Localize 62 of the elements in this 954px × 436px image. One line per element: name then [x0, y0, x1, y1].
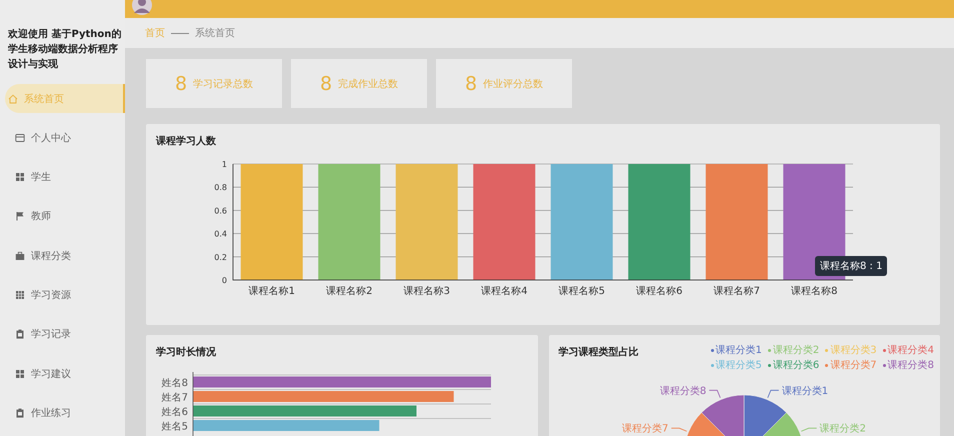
menu-item[interactable]: 课程分类 [0, 241, 125, 270]
stat-label: 完成作业总数 [338, 78, 398, 90]
axis-tick-label: 1 [222, 160, 227, 169]
axis-tick-label: 0.8 [214, 183, 227, 192]
leader-line [708, 390, 720, 398]
axis-category-label: 课程名称3 [404, 286, 450, 297]
legend-item[interactable]: 课程分类4 [882, 343, 934, 357]
axis-category-label: 课程名称4 [481, 286, 528, 297]
chart-title: 学习时长情况 [155, 346, 217, 357]
axis-category-label: 课程名称7 [714, 286, 760, 297]
card-icon [15, 132, 25, 143]
axis-tick-label: 0.2 [214, 252, 227, 262]
leader-line [670, 428, 687, 432]
axis-tick-label: 0 [222, 276, 227, 285]
menu-item[interactable]: 学习资源 [0, 280, 125, 310]
leader-line [800, 428, 817, 432]
axis-tick-label: 0.6 [214, 206, 227, 216]
table-icon [15, 290, 25, 300]
menu-item[interactable]: 教师 [0, 202, 125, 231]
legend-item[interactable]: 课程分类8 [882, 358, 934, 372]
chart-title: 学习课程类型占比 [558, 346, 638, 357]
clipboard-icon [15, 408, 25, 418]
axis-category-label: 课程名称5 [558, 286, 605, 297]
chart-title: 课程学习人数 [154, 134, 217, 146]
site-title: 欢迎使用 基于Python的学生移动端数据分析程序设计与实现 [6, 27, 122, 72]
flag-icon [15, 211, 25, 222]
grid-icon [15, 172, 25, 182]
axis-category-label: 课程名称1 [248, 286, 295, 297]
axis-category-label: 姓名7 [162, 392, 188, 404]
menu-item[interactable]: 学习记录 [0, 320, 125, 349]
breadcrumb-current: 系统首页 [195, 26, 235, 40]
axis-category-label: 姓名8 [162, 378, 188, 389]
stat-value: 8 [464, 72, 478, 94]
stat-label: 作业评分总数 [483, 78, 544, 90]
slice-label: 课程分类1 [781, 386, 828, 397]
stat-label: 学习记录总数 [193, 78, 254, 90]
stat-value: 8 [320, 72, 332, 94]
leader-line [766, 390, 779, 398]
axis-line [192, 372, 194, 436]
axis-category-label: 课程名称6 [636, 286, 682, 297]
menu-item[interactable]: 学生 [0, 162, 125, 192]
slice-label: 课程分类2 [819, 424, 866, 435]
avatar-icon[interactable] [132, 0, 152, 15]
stat-value: 8 [174, 72, 188, 94]
menu-item[interactable]: 作业练习 [0, 398, 125, 428]
grid-icon [15, 368, 25, 379]
slice-label: 课程分类7 [621, 424, 668, 435]
legend-item[interactable]: 课程分类6 [768, 358, 820, 372]
clipboard-icon [15, 329, 25, 340]
legend-item[interactable]: 课程分类7 [825, 358, 877, 372]
axis-category-label: 姓名5 [162, 422, 188, 432]
slice-label: 课程分类8 [659, 386, 706, 397]
legend-item[interactable]: 课程分类1 [710, 343, 762, 357]
axis-category-label: 姓名6 [162, 407, 188, 418]
menu-item[interactable]: 个人中心 [0, 123, 125, 152]
axis-tick-label: 0.4 [214, 230, 227, 239]
axis-category-label: 课程名称8 [791, 286, 838, 297]
menu-item[interactable]: 学习建议 [0, 359, 125, 388]
briefcase-icon [15, 250, 25, 261]
tooltip: 课程名称8 : 1 [815, 256, 888, 276]
axis-category-label: 课程名称2 [326, 286, 372, 297]
home-icon [8, 94, 18, 104]
